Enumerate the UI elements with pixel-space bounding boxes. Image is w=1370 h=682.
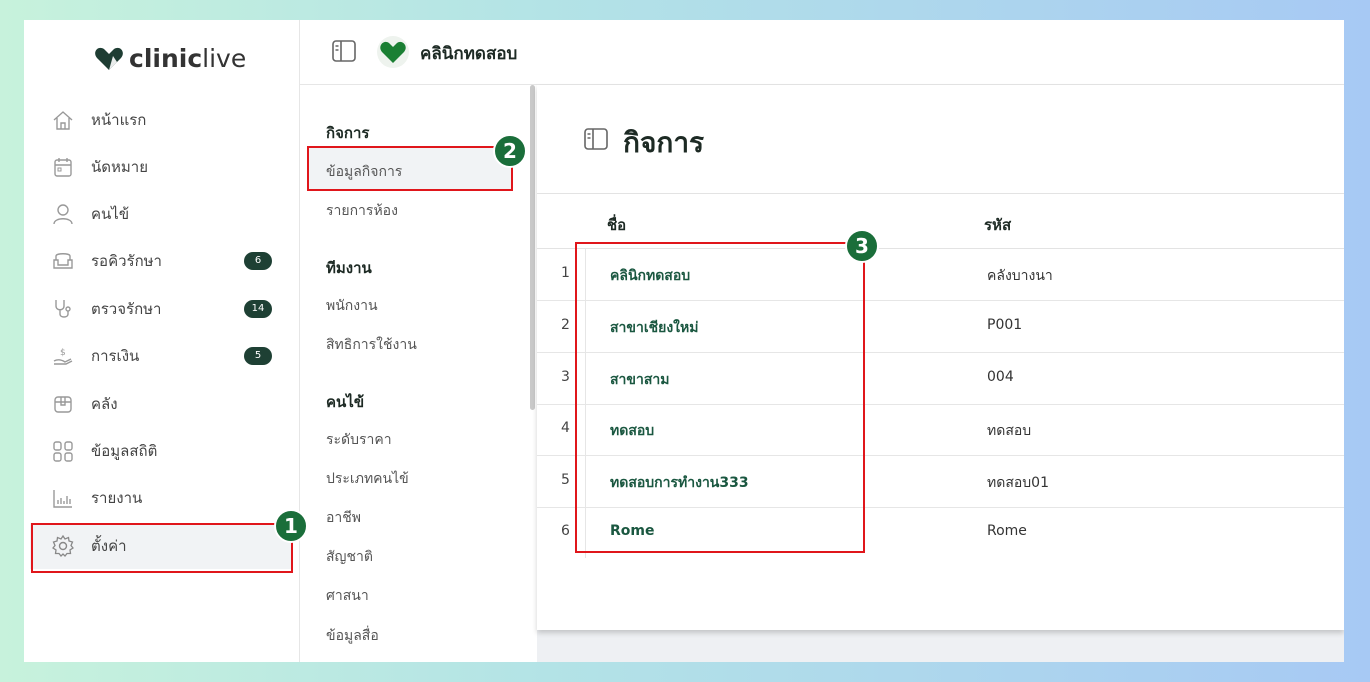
highlight-box-business-names <box>575 242 865 553</box>
column-header-name: ชื่อ <box>607 216 627 234</box>
row-index: 6 <box>561 523 570 539</box>
logo-heart-icon <box>95 47 123 70</box>
sidebar-item-label: คนไข้ <box>91 205 130 223</box>
sidebar-item-label: ข้อมูลสถิติ <box>91 442 158 460</box>
row-code: 004 <box>987 369 1014 385</box>
row-code: ทดสอบ <box>987 423 1032 439</box>
sidebar-item-label: คลัง <box>91 395 118 413</box>
row-index: 5 <box>561 472 570 488</box>
sidebar-toggle-icon[interactable] <box>332 40 356 62</box>
clinic-name[interactable]: คลินิกทดสอบ <box>420 40 517 67</box>
highlight-box-business-info <box>307 146 513 191</box>
submenu-item-occupation[interactable]: อาชีพ <box>326 507 361 529</box>
sidebar-item-queue[interactable]: รอคิวรักษา 6 <box>30 238 292 284</box>
row-index: 3 <box>561 369 570 385</box>
highlight-box-settings <box>31 523 293 573</box>
step-marker-2: 2 <box>493 134 527 168</box>
sidebar-item-reports[interactable]: รายงาน <box>30 475 292 521</box>
stethoscope-icon <box>55 300 71 318</box>
submenu-item-patient-type[interactable]: ประเภทคนไข้ <box>326 468 409 490</box>
examination-count-badge: 14 <box>244 300 272 318</box>
queue-count-badge: 6 <box>244 252 272 270</box>
submenu-section-business: กิจการ <box>326 124 370 142</box>
calendar-icon <box>54 158 72 177</box>
submenu-item-nationality[interactable]: สัญชาติ <box>326 546 373 568</box>
submenu-item-staff[interactable]: พนักงาน <box>326 295 378 317</box>
row-index: 4 <box>561 420 570 436</box>
sidebar-item-finance[interactable]: $ การเงิน 5 <box>30 333 292 379</box>
sidebar-item-label: นัดหมาย <box>91 158 148 176</box>
submenu-section-team: ทีมงาน <box>326 259 372 277</box>
sidebar-item-label: รายงาน <box>91 489 143 507</box>
logo-text-live: live <box>202 44 247 73</box>
step-marker-3: 3 <box>845 229 879 263</box>
clinic-live-logo[interactable]: clinic live <box>94 44 246 73</box>
row-index: 2 <box>561 317 570 333</box>
sidebar-item-home[interactable]: หน้าแรก <box>30 97 292 143</box>
submenu-item-price-level[interactable]: ระดับราคา <box>326 429 392 451</box>
user-icon <box>53 204 73 225</box>
sidebar-item-label: รอคิวรักษา <box>91 252 162 270</box>
sidebar-item-statistics[interactable]: ข้อมูลสถิติ <box>30 428 292 474</box>
row-index: 1 <box>561 265 570 281</box>
topbar: คลินิกทดสอบ <box>300 20 1344 85</box>
seat-icon <box>53 253 73 269</box>
panel-icon <box>584 128 608 150</box>
row-code: คลังบางนา <box>987 268 1053 284</box>
app-window: clinic live หน้าแรก นัดหมาย คนไข้ รอคิวรั… <box>24 20 1344 662</box>
submenu-item-media[interactable]: ข้อมูลสื่อ <box>326 625 379 647</box>
report-icon <box>53 490 72 508</box>
sidebar-item-appointments[interactable]: นัดหมาย <box>30 144 292 190</box>
divider <box>537 193 1344 194</box>
sidebar-item-label: ตรวจรักษา <box>91 300 162 318</box>
step-marker-1: 1 <box>274 509 308 543</box>
finance-count-badge: 5 <box>244 347 272 365</box>
row-code: P001 <box>987 317 1023 333</box>
submenu-scrollbar[interactable] <box>530 85 535 410</box>
clinic-heart-icon <box>377 36 409 68</box>
sidebar-item-inventory[interactable]: คลัง <box>30 381 292 427</box>
page-title: กิจการ <box>623 126 705 159</box>
svg-text:$: $ <box>60 348 66 358</box>
box-icon <box>54 396 72 413</box>
sidebar-item-patients[interactable]: คนไข้ <box>30 191 292 237</box>
logo-text-clinic: clinic <box>129 44 203 73</box>
submenu-item-room-list[interactable]: รายการห้อง <box>326 200 398 222</box>
grid-icon <box>53 441 73 462</box>
column-header-code: รหัส <box>984 216 1012 234</box>
submenu-item-religion[interactable]: ศาสนา <box>326 585 369 607</box>
home-icon <box>53 111 73 130</box>
sidebar-item-examination[interactable]: ตรวจรักษา 14 <box>30 286 292 332</box>
row-code: ทดสอบ01 <box>987 475 1049 491</box>
submenu-section-patients: คนไข้ <box>326 393 365 411</box>
money-hand-icon: $ <box>53 348 73 365</box>
submenu-item-permissions[interactable]: สิทธิการใช้งาน <box>326 334 417 356</box>
row-code: Rome <box>987 523 1027 539</box>
sidebar-item-label: หน้าแรก <box>91 111 147 129</box>
sidebar-item-label: การเงิน <box>91 347 140 365</box>
